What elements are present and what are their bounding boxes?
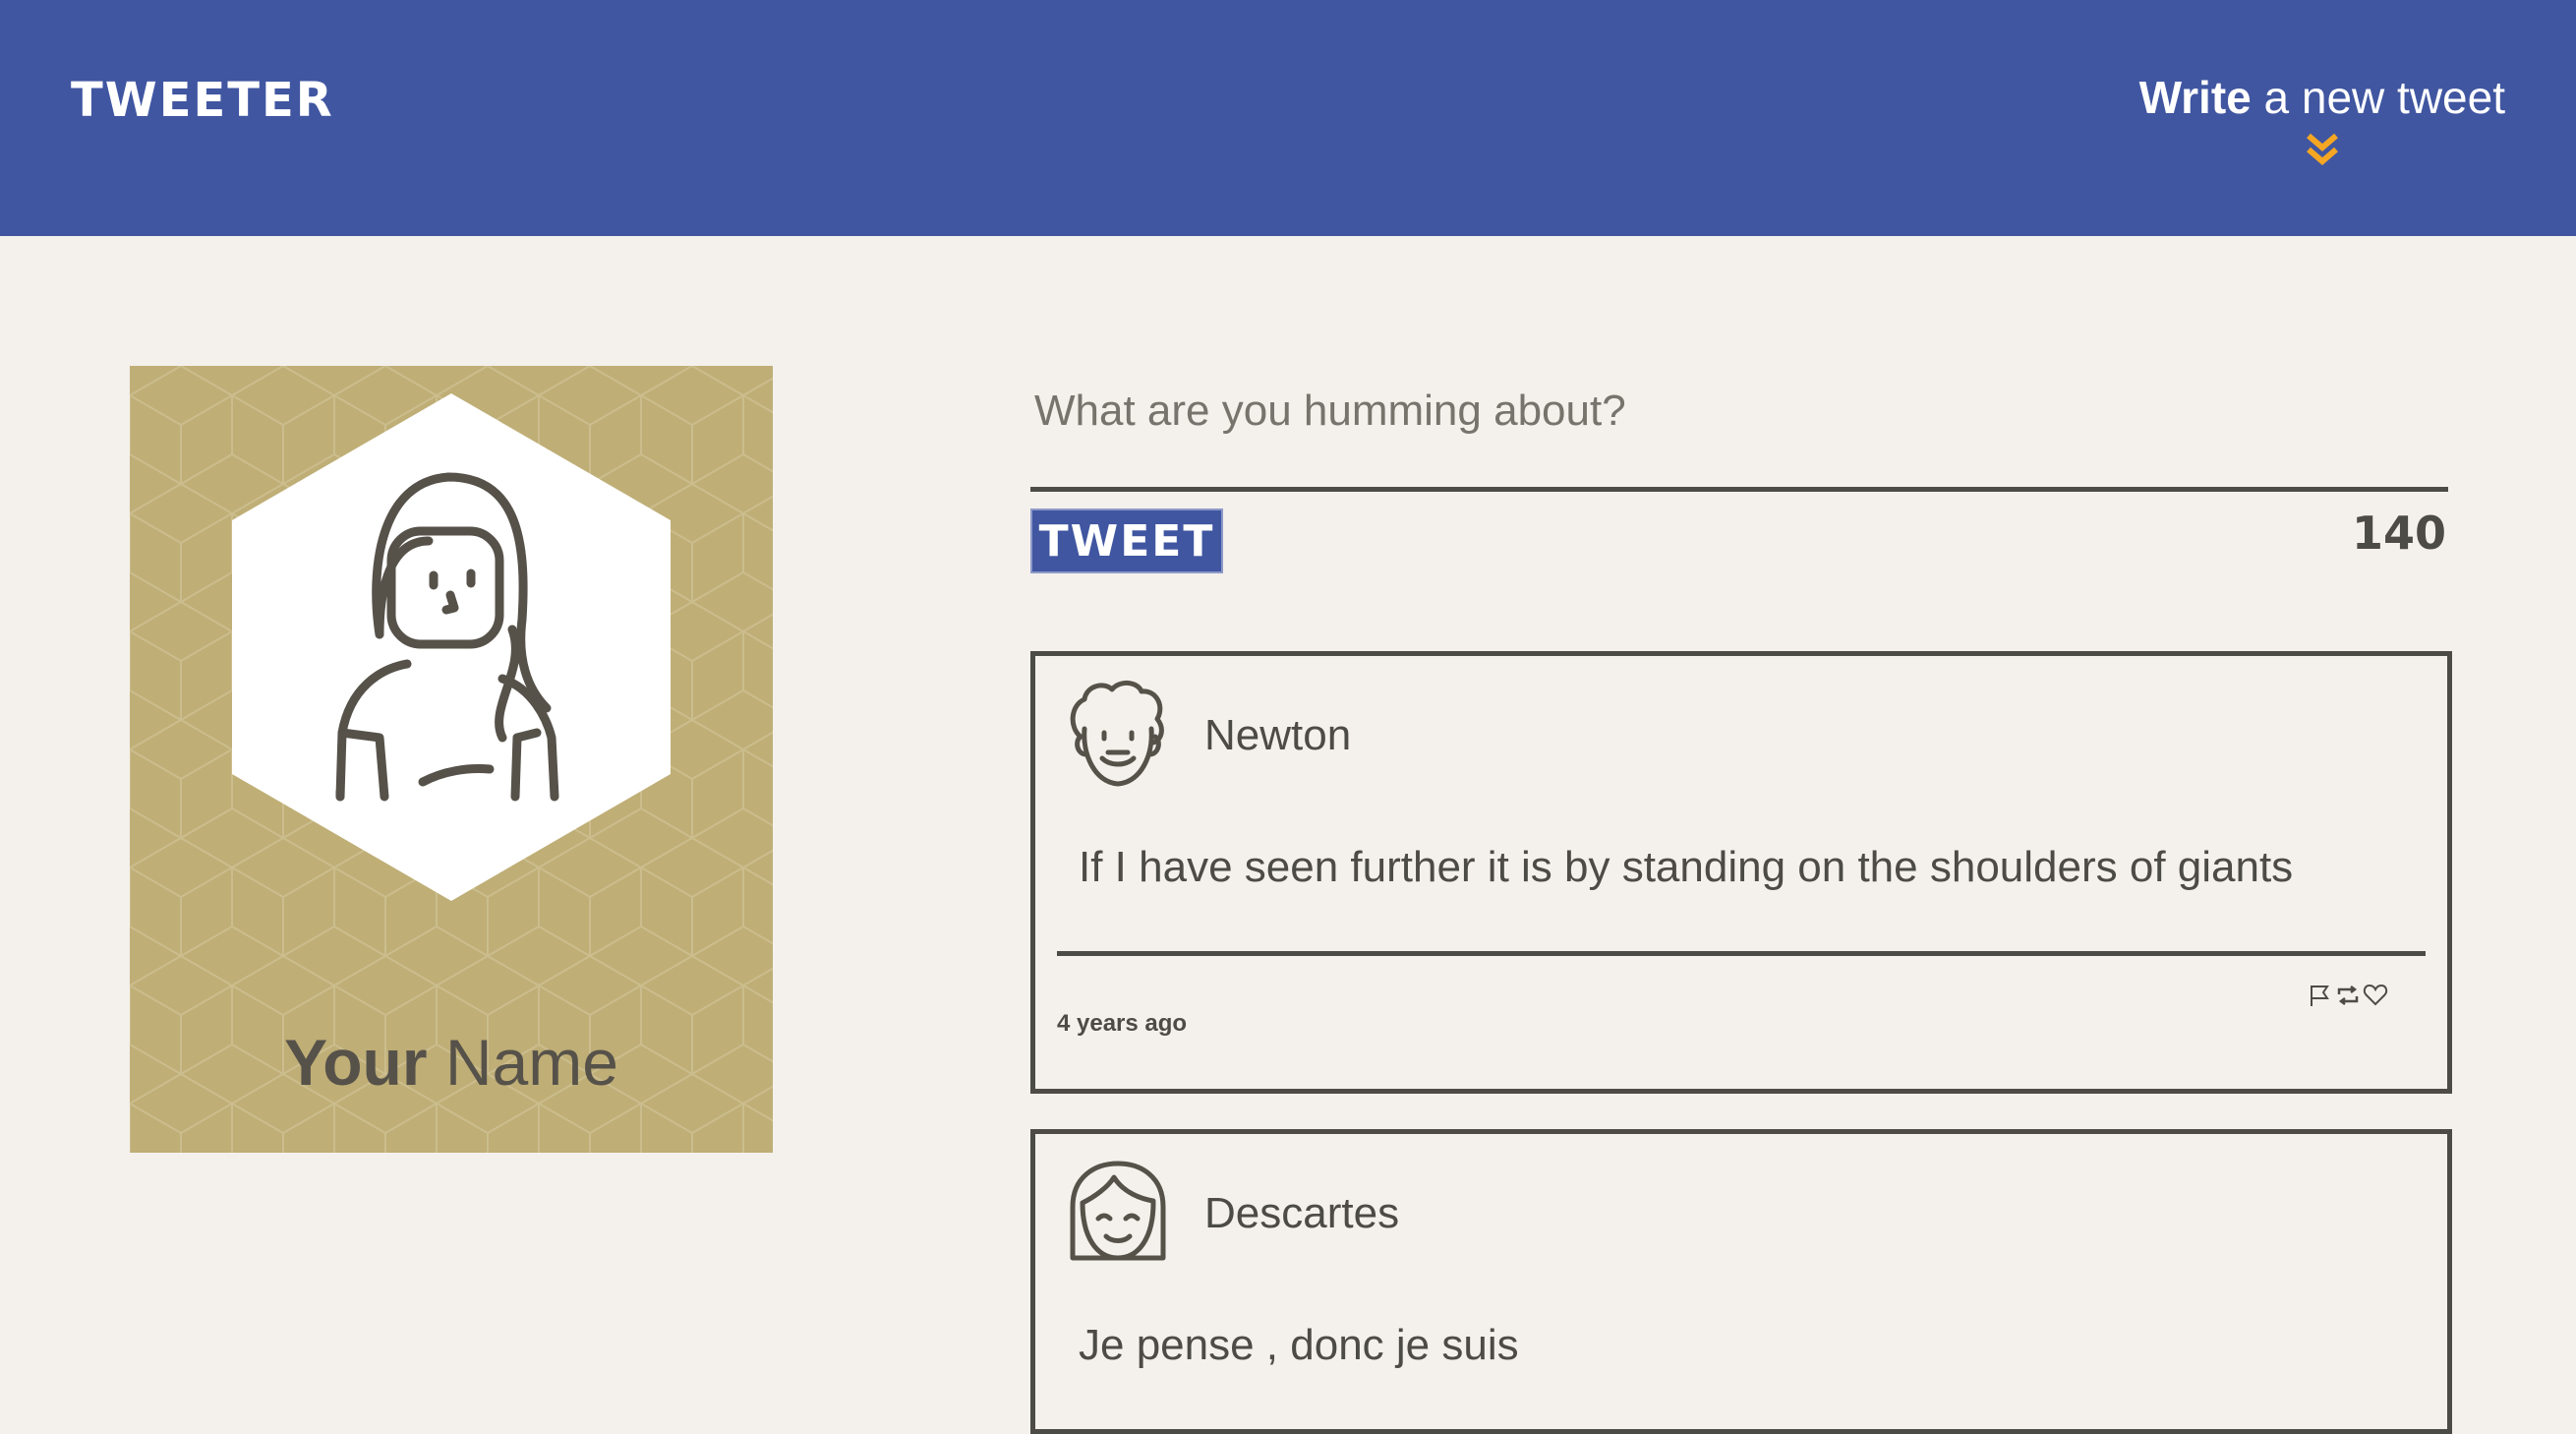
character-counter: 140 [2351,507,2446,560]
write-new-tweet-toggle[interactable]: Write a new tweet [2139,71,2505,169]
profile-last-name: Name [427,1026,618,1099]
top-nav: Tweeter Write a new tweet [0,0,2576,236]
logo[interactable]: Tweeter [71,73,334,128]
profile-first-name: Your [284,1026,428,1099]
bob-hair-avatar-icon [1070,1161,1166,1261]
retweet-icon[interactable] [2335,983,2361,1008]
write-new-tweet-label: Write a new tweet [2139,71,2505,124]
write-label-bold: Write [2138,72,2252,123]
compose-underline [1030,487,2448,492]
tweet-timestamp: 4 years ago [1057,1010,1188,1037]
write-label-light: a new tweet [2251,72,2506,123]
double-chevron-down-icon [2306,133,2338,165]
tweet-divider [1057,951,2426,956]
profile-avatar [232,393,671,901]
tweet-content: If I have seen further it is by standing… [1079,843,2294,891]
tweet-author: Descartes [1204,1189,1400,1237]
profile-card: Your Name [130,366,773,1153]
tweet-content: Je pense , donc je suis [1079,1321,1519,1369]
tweet-author: Newton [1204,711,1352,759]
heart-icon[interactable] [2363,983,2388,1008]
tweet-card: Descartes Je pense , donc je suis [1030,1129,2452,1434]
curly-hair-man-avatar-icon [1070,681,1164,787]
tweet-actions [2308,983,2388,1008]
tweet-compose-input[interactable] [1030,362,2454,460]
tweet-submit-button[interactable]: TWEET [1030,508,1223,573]
flag-icon[interactable] [2308,983,2333,1008]
profile-name: Your Name [130,1025,773,1100]
tweet-card: Newton If I have seen further it is by s… [1030,651,2452,1094]
